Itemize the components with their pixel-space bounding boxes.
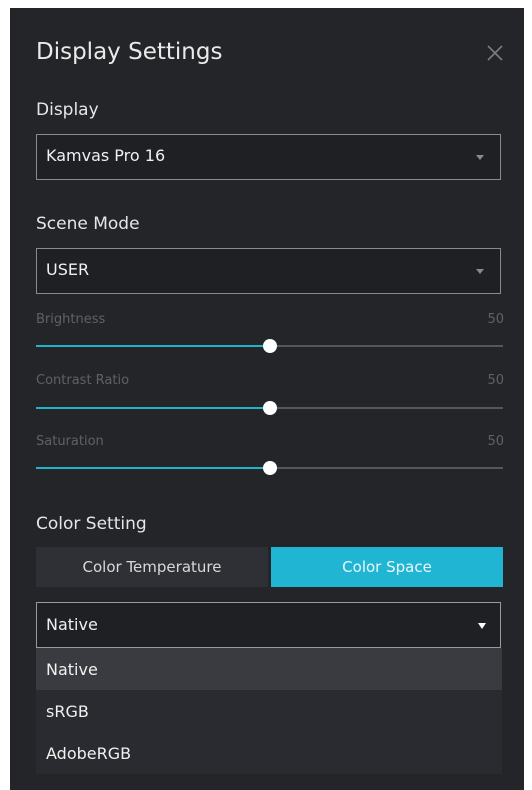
contrast-ratio-slider[interactable] <box>36 401 503 415</box>
brightness-value: 50 <box>487 312 504 327</box>
display-label: Display <box>36 100 99 120</box>
contrast-ratio-value: 50 <box>487 373 504 388</box>
close-button[interactable] <box>484 42 506 64</box>
chevron-down-icon <box>476 269 484 274</box>
display-settings-dialog: Display Settings Display Kamvas Pro 16 S… <box>10 8 524 790</box>
saturation-thumb[interactable] <box>262 461 277 475</box>
saturation-value: 50 <box>487 434 504 449</box>
display-select-value: Kamvas Pro 16 <box>46 146 166 165</box>
color-space-dropdown-list: Native sRGB AdobeRGB <box>36 648 502 774</box>
saturation-slider[interactable] <box>36 461 503 475</box>
display-select[interactable]: Kamvas Pro 16 <box>36 134 501 180</box>
color-setting-tabs: Color Temperature Color Space <box>36 547 503 587</box>
scene-mode-select-value: USER <box>46 260 90 279</box>
tab-color-space[interactable]: Color Space <box>271 547 503 587</box>
chevron-down-icon <box>476 155 484 160</box>
color-space-option-native[interactable]: Native <box>36 648 502 690</box>
saturation-fill <box>36 467 270 469</box>
tab-color-temperature[interactable]: Color Temperature <box>36 547 268 587</box>
color-space-option-srgb[interactable]: sRGB <box>36 690 502 732</box>
contrast-ratio-fill <box>36 407 270 409</box>
saturation-label: Saturation <box>36 434 104 449</box>
close-icon <box>487 45 503 61</box>
contrast-ratio-label: Contrast Ratio <box>36 373 130 388</box>
color-space-select-value: Native <box>46 615 98 634</box>
color-setting-label: Color Setting <box>36 514 147 534</box>
scene-mode-select[interactable]: USER <box>36 248 501 294</box>
brightness-thumb[interactable] <box>262 339 277 353</box>
contrast-ratio-thumb[interactable] <box>262 401 277 415</box>
brightness-label: Brightness <box>36 312 106 327</box>
scene-mode-label: Scene Mode <box>36 214 140 234</box>
brightness-slider[interactable] <box>36 339 503 353</box>
dialog-title: Display Settings <box>36 39 223 65</box>
color-space-option-adobergb[interactable]: AdobeRGB <box>36 732 502 774</box>
color-space-select[interactable]: Native <box>36 602 501 648</box>
brightness-fill <box>36 345 270 347</box>
chevron-down-icon <box>478 623 486 629</box>
